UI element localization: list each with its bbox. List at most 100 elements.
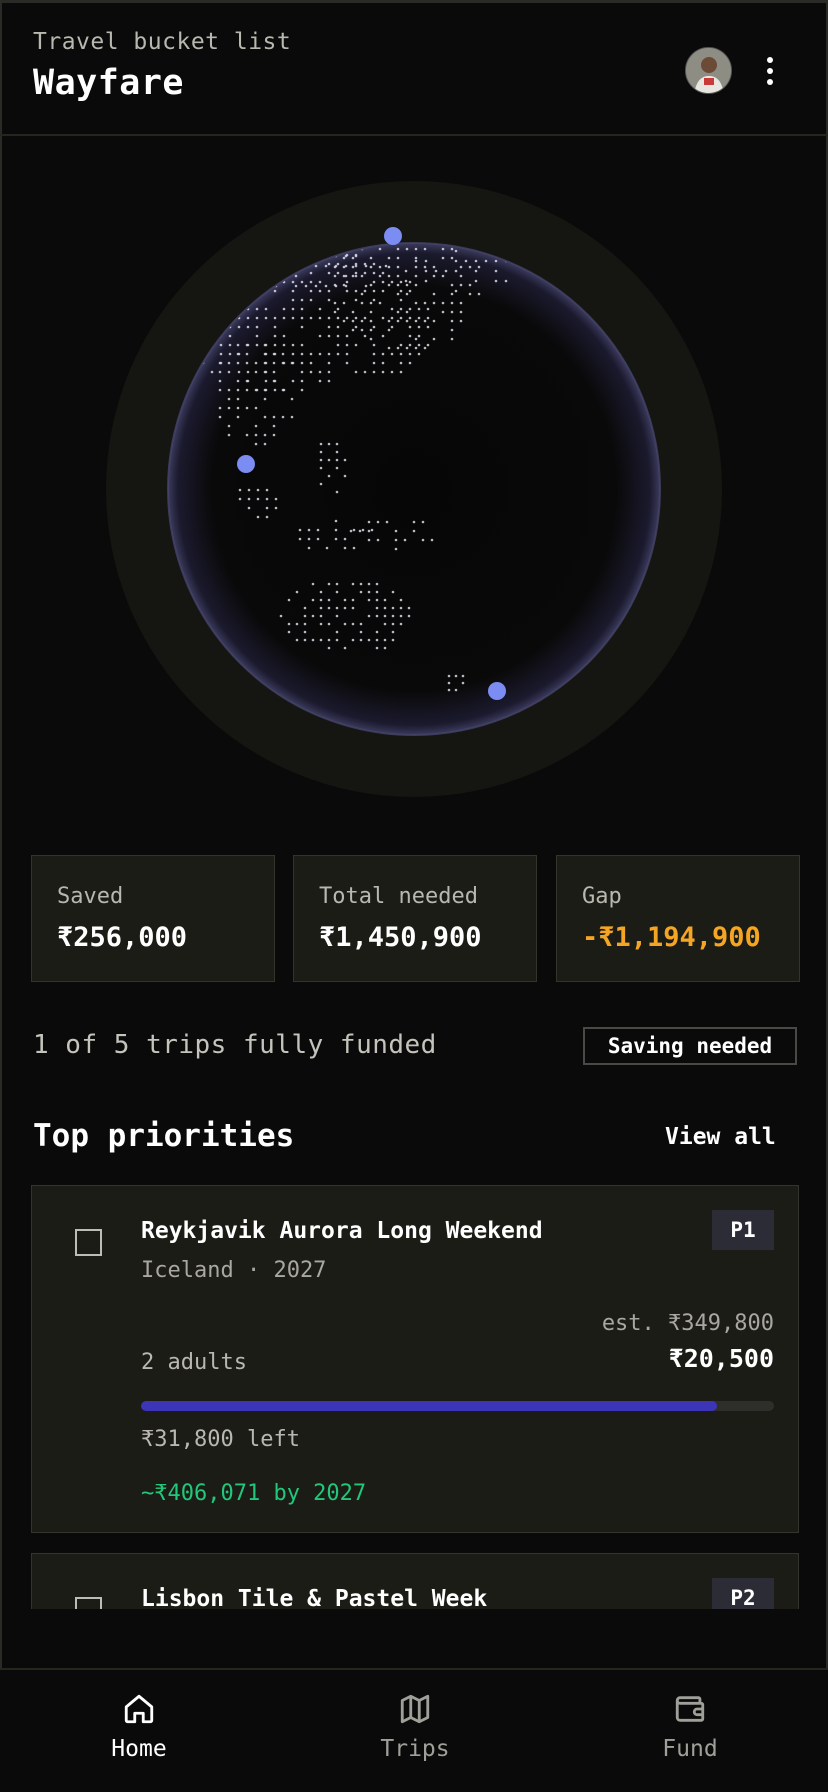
land-dot	[273, 343, 277, 347]
land-dot	[298, 528, 302, 532]
land-dot	[265, 497, 269, 501]
land-dot	[421, 538, 425, 542]
land-dot	[319, 466, 323, 470]
globe-marker[interactable]	[488, 682, 506, 700]
trip-checkbox[interactable]	[75, 1229, 102, 1256]
avatar[interactable]	[685, 47, 732, 94]
land-dot	[327, 606, 331, 610]
land-dot	[474, 279, 478, 283]
land-dot	[318, 352, 322, 356]
land-dot	[367, 538, 371, 542]
land-dot	[342, 256, 346, 260]
view-all-link[interactable]: View all	[665, 1124, 776, 1150]
stat-label: Total needed	[319, 884, 478, 909]
land-dot	[300, 316, 304, 320]
land-dot	[255, 334, 259, 338]
land-dot	[387, 274, 391, 278]
funded-summary: 1 of 5 trips fully funded	[33, 1030, 437, 1060]
land-dot	[256, 488, 260, 492]
land-dot	[360, 274, 364, 278]
land-dot	[399, 307, 403, 311]
land-dot	[363, 370, 367, 374]
land-dot	[399, 280, 403, 284]
land-dot	[378, 247, 382, 251]
trip-checkbox[interactable]	[75, 1597, 102, 1609]
land-dot	[245, 361, 249, 365]
land-dot	[327, 370, 331, 374]
land-dot	[345, 361, 349, 365]
land-dot	[219, 352, 223, 356]
land-dot	[387, 265, 391, 269]
land-dot	[464, 259, 468, 263]
land-dot	[263, 415, 267, 419]
trip-remaining: ₹31,800 left	[141, 1427, 300, 1452]
land-dot	[405, 346, 409, 350]
land-dot	[307, 528, 311, 532]
land-dot	[359, 622, 363, 626]
land-dot	[432, 292, 436, 296]
globe-marker[interactable]	[237, 455, 255, 473]
land-dot	[414, 256, 418, 260]
land-dot	[412, 529, 416, 533]
globe-marker[interactable]	[384, 227, 402, 245]
nav-trips[interactable]: Trips	[335, 1692, 495, 1772]
land-dot	[477, 292, 481, 296]
stat-total-needed: Total needed ₹1,450,900	[293, 855, 537, 982]
land-dot	[236, 379, 240, 383]
land-dot	[295, 590, 299, 594]
land-dot	[426, 343, 430, 347]
trip-meta: Iceland · 2027	[141, 1258, 327, 1283]
land-dot	[307, 537, 311, 541]
land-dot	[227, 424, 231, 428]
nav-fund[interactable]: Fund	[610, 1692, 770, 1772]
land-dot	[263, 388, 267, 392]
land-dot	[281, 361, 285, 365]
progress-fill	[141, 1401, 718, 1411]
land-dot	[360, 292, 364, 296]
land-dot	[309, 316, 313, 320]
nav-label: Fund	[662, 1736, 718, 1762]
land-dot	[405, 319, 409, 323]
land-dot	[300, 343, 304, 347]
land-dot	[354, 274, 358, 278]
trip-card[interactable]: Reykjavik Aurora Long Weekend Iceland · …	[31, 1185, 799, 1533]
land-dot	[359, 582, 363, 586]
land-dot	[335, 614, 339, 618]
land-dot	[383, 646, 387, 650]
land-dot	[300, 379, 304, 383]
land-dot	[210, 370, 214, 374]
land-dot	[454, 249, 458, 253]
land-dot	[454, 674, 458, 678]
land-dot	[367, 598, 371, 602]
nav-home[interactable]: Home	[59, 1692, 219, 1772]
land-dot	[336, 334, 340, 338]
land-dot	[291, 316, 295, 320]
land-dot	[381, 361, 385, 365]
land-dot	[255, 343, 259, 347]
land-dot	[372, 298, 376, 302]
land-dot	[399, 361, 403, 365]
home-icon	[124, 1694, 154, 1724]
land-dot	[309, 352, 313, 356]
land-dot	[279, 614, 283, 618]
more-menu-icon[interactable]	[755, 51, 785, 91]
land-dot	[227, 361, 231, 365]
land-dot	[255, 307, 259, 311]
land-dot	[391, 622, 395, 626]
app-header: Travel bucket list Wayfare	[0, 3, 828, 136]
land-dot	[265, 515, 269, 519]
land-dot	[404, 279, 408, 283]
land-dot	[351, 606, 355, 610]
globe-visualization[interactable]	[106, 181, 722, 797]
trip-card[interactable]: Lisbon Tile & Pastel Week P2	[31, 1553, 799, 1609]
land-dot	[426, 307, 430, 311]
status-badge: Saving needed	[583, 1027, 797, 1065]
land-dot	[375, 598, 379, 602]
land-dot	[375, 614, 379, 618]
land-dot	[343, 458, 347, 462]
land-dot	[342, 301, 346, 305]
land-dot	[450, 247, 454, 251]
land-dot	[354, 316, 358, 320]
land-dot	[272, 379, 276, 383]
priority-list[interactable]: Reykjavik Aurora Long Weekend Iceland · …	[0, 1185, 828, 1609]
